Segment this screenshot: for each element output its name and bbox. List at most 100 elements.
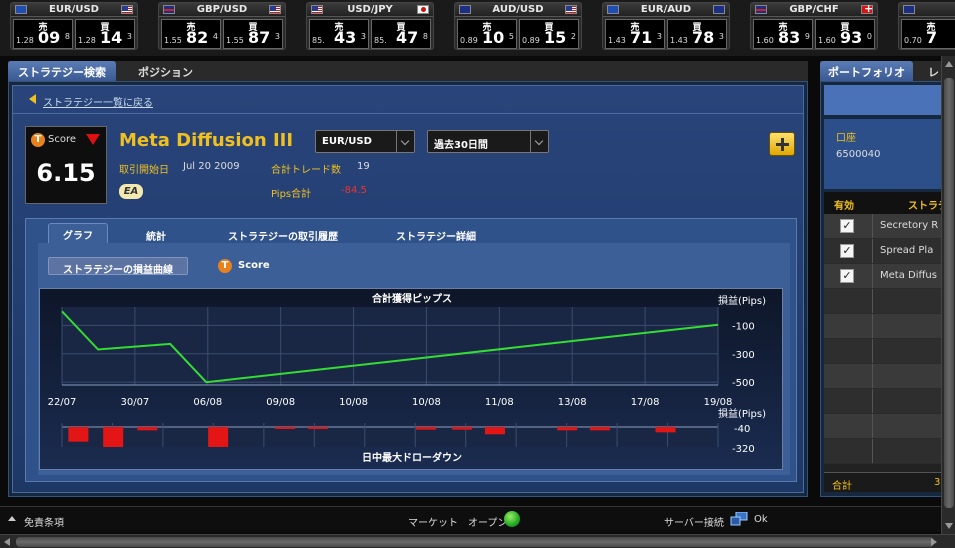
score-badge-icon[interactable]: T xyxy=(218,259,232,273)
tab-portfolio[interactable]: ポートフォリオ xyxy=(820,61,913,81)
tab-positions[interactable]: ポジション xyxy=(128,61,203,81)
list-item[interactable]: ✓ Spread Pla xyxy=(824,239,941,264)
column-divider xyxy=(872,314,873,338)
score-chart-link[interactable]: Score xyxy=(238,260,270,271)
chevron-up-icon[interactable] xyxy=(8,516,16,521)
drawdown-bar xyxy=(484,427,505,435)
vertical-scrollbar[interactable] xyxy=(941,56,955,534)
horizontal-scrollbar[interactable] xyxy=(0,534,955,548)
price-fraction: 9 xyxy=(804,32,810,41)
ticker-tile[interactable]: AUD/USD 売 0.89 10 5 買 0.89 15 2 xyxy=(454,2,582,50)
x-tick-label: 10/08 xyxy=(412,397,441,408)
flag-jp-icon xyxy=(417,5,429,14)
price-fraction: 8 xyxy=(64,32,70,41)
list-item[interactable]: ✓ Meta Diffus xyxy=(824,264,941,289)
drawdown-bar xyxy=(275,427,296,429)
price-pips: 10 xyxy=(482,28,505,47)
price-fraction: 0 xyxy=(866,32,872,41)
score-down-icon xyxy=(86,134,100,145)
disclaimer-link[interactable]: 免責条項 xyxy=(24,514,64,529)
x-tick-label: 13/08 xyxy=(558,397,587,408)
bid-quote-button[interactable]: 売 1.28 09 8 xyxy=(13,19,73,49)
drawdown-y-tick: -320 xyxy=(732,444,755,455)
ticker-pair: AUD/USD xyxy=(492,4,544,15)
price-pips: 93 xyxy=(840,28,863,47)
ask-quote-button[interactable]: 買 1.43 78 3 xyxy=(667,19,727,49)
list-item[interactable]: ✓ Secretory R xyxy=(824,214,941,239)
list-item xyxy=(824,339,941,364)
back-row: ストラテジー一覧に戻る xyxy=(13,86,803,114)
vertical-scroll-thumb[interactable] xyxy=(944,78,954,508)
tab-strategy-search[interactable]: ストラテジー検索 xyxy=(8,61,116,81)
strategy-name-cell: Secretory R xyxy=(880,220,939,231)
chart-area: -100 -300 -500 合計獲得ピップス 損益(Pips) 22/07 30/07 06… xyxy=(39,288,783,470)
ask-quote-button[interactable]: 買 1.28 14 3 xyxy=(75,19,135,49)
ticker-tile[interactable]: GBP/USD 売 1.55 82 4 買 1.55 87 3 xyxy=(158,2,286,50)
footer-value: 3 xyxy=(934,477,941,488)
period-select[interactable]: 過去30日間 xyxy=(427,130,549,153)
list-item xyxy=(824,289,941,314)
tab-trade-history[interactable]: ストラテジーの取引履歴 xyxy=(214,225,352,243)
column-divider xyxy=(872,364,873,388)
footer-label: 合計 xyxy=(832,481,852,492)
enabled-checkbox[interactable]: ✓ xyxy=(840,269,854,283)
enabled-checkbox[interactable]: ✓ xyxy=(840,219,854,233)
add-to-portfolio-button[interactable] xyxy=(769,132,795,156)
ask-quote-button[interactable]: 買 0.89 15 2 xyxy=(519,19,579,49)
drawdown-bar xyxy=(557,427,578,431)
scroll-up-icon[interactable] xyxy=(945,61,953,67)
scroll-right-icon[interactable] xyxy=(931,538,937,546)
back-to-list-link[interactable]: ストラテジー一覧に戻る xyxy=(43,94,153,109)
strategy-panel: ストラテジー一覧に戻る T Score 6.15 Meta Diffusion … xyxy=(8,81,808,497)
tab-right-other[interactable]: レ xyxy=(918,61,942,81)
bid-quote-button[interactable]: 売 1.55 82 4 xyxy=(161,19,221,49)
drawdown-bar xyxy=(589,427,610,431)
price-fraction: 3 xyxy=(274,32,280,41)
drawdown-title: 日中最大ドローダウン xyxy=(362,451,462,464)
price-pips: 09 xyxy=(38,28,61,47)
x-tick-label: 11/08 xyxy=(485,397,514,408)
strategy-name: Meta Diffusion III xyxy=(119,130,294,151)
ticker-header: GBP/USD xyxy=(159,3,285,17)
scroll-left-icon[interactable] xyxy=(4,538,10,546)
column-divider xyxy=(872,239,873,263)
tab-strategy-details[interactable]: ストラテジー詳細 xyxy=(382,225,490,243)
strategy-name-cell: Meta Diffus xyxy=(880,270,937,281)
bid-quote-button[interactable]: 売 85. 43 3 xyxy=(309,19,369,49)
bid-quote-button[interactable]: 売 0.89 10 5 xyxy=(457,19,517,49)
bid-quote-button[interactable]: 売 1.43 71 3 xyxy=(605,19,665,49)
pnl-curve-button[interactable]: ストラテジーの損益曲線 xyxy=(48,257,188,276)
ea-badge: EA xyxy=(119,184,143,199)
x-tick-label: 10/08 xyxy=(339,397,368,408)
main-tabbar: ストラテジー検索 ポジション xyxy=(8,61,808,81)
drawdown-bar xyxy=(655,427,676,433)
enabled-checkbox[interactable]: ✓ xyxy=(840,244,854,258)
ticker-tile[interactable]: EUR/USD 売 1.28 09 8 買 1.28 14 3 xyxy=(10,2,138,50)
y-tick-label: -500 xyxy=(732,378,755,389)
ticker-tile[interactable]: GBP/CHF売1.60839買1.60930 xyxy=(750,2,878,50)
plot-background xyxy=(62,307,718,385)
horizontal-scroll-thumb[interactable] xyxy=(16,537,934,547)
y-tick-label: -300 xyxy=(732,350,755,361)
ask-quote-button[interactable]: 買 1.55 87 3 xyxy=(223,19,283,49)
pair-select[interactable]: EUR/USD xyxy=(315,130,415,153)
server-status-label: サーバー接続 xyxy=(664,518,724,529)
ticker-tile[interactable]: USD/JPY 売 85. 43 3 買 85. 47 8 xyxy=(306,2,434,50)
ask-quote-button[interactable]: 買 1.60 93 0 xyxy=(815,19,875,49)
ticker-tile[interactable]: 売0.707買 xyxy=(898,2,955,50)
ask-quote-button[interactable]: 買 85. 47 8 xyxy=(371,19,431,49)
pair-select-value: EUR/USD xyxy=(322,136,372,147)
account-value: 6500040 xyxy=(836,149,881,160)
scroll-down-icon[interactable] xyxy=(945,523,953,529)
tab-stats[interactable]: 統計 xyxy=(132,225,180,243)
price-fraction: 4 xyxy=(212,32,218,41)
tab-graph[interactable]: グラフ xyxy=(48,223,108,243)
back-arrow-icon[interactable] xyxy=(29,94,36,104)
drawdown-y-tick: -40 xyxy=(734,424,750,435)
bid-quote-button[interactable]: 売 1.60 83 9 xyxy=(753,19,813,49)
ticker-tile[interactable]: EUR/AUD 売 1.43 71 3 買 1.43 78 3 xyxy=(602,2,730,50)
drawdown-y-label: 損益(Pips) xyxy=(718,407,766,420)
chevron-down-icon xyxy=(530,131,548,152)
price-fraction: 2 xyxy=(570,32,576,41)
bid-quote-button[interactable]: 売 0.70 7 xyxy=(901,19,955,49)
